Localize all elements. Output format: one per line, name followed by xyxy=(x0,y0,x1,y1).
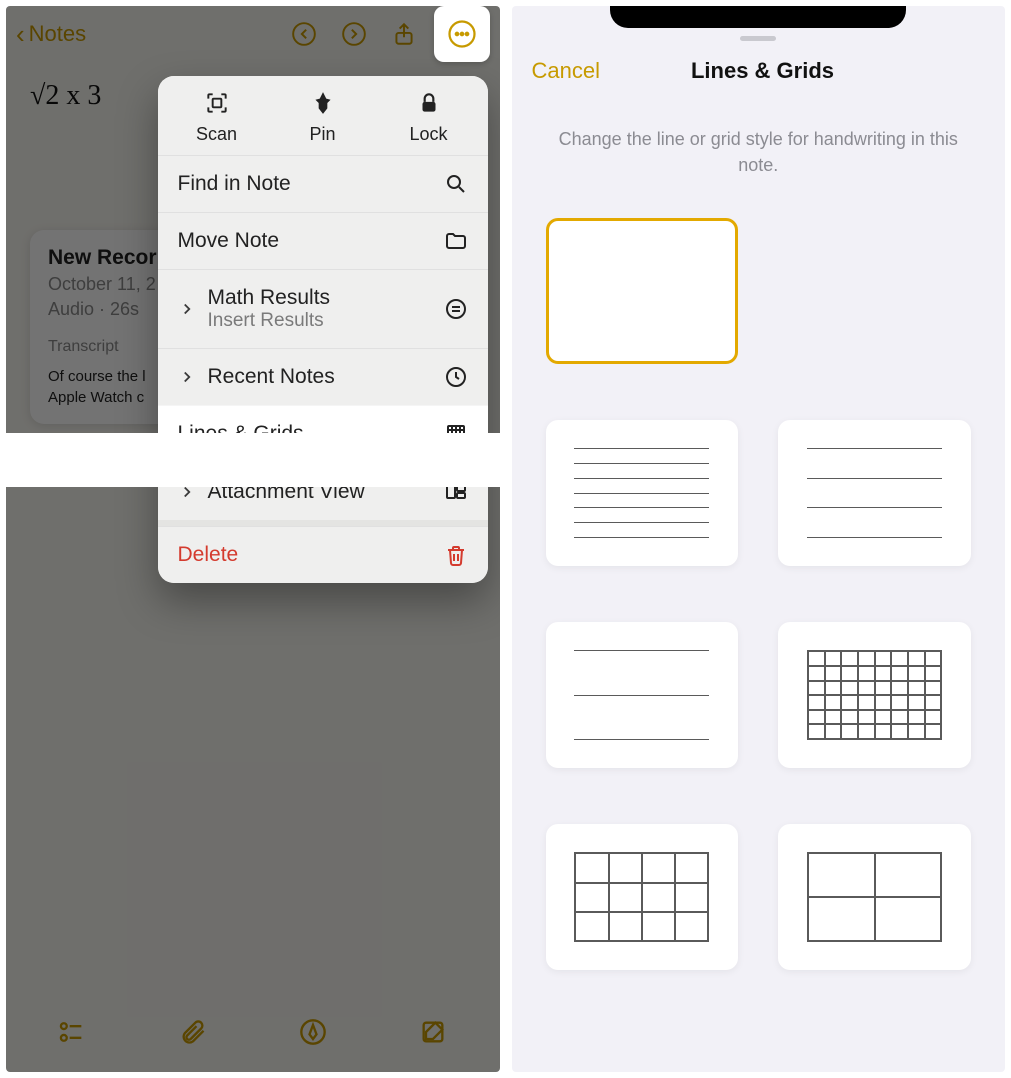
lines-grids-sheet: Cancel Lines & Grids Change the line or … xyxy=(512,6,1006,1072)
menu-find-in-note[interactable]: Find in Note xyxy=(158,155,488,212)
option-lines-medium[interactable] xyxy=(778,420,971,566)
grid-options xyxy=(512,188,1006,1000)
menu-move-note[interactable]: Move Note xyxy=(158,212,488,269)
folder-icon xyxy=(444,229,468,253)
attachment-button[interactable] xyxy=(173,1012,213,1052)
lock-label: Lock xyxy=(409,124,447,145)
context-menu-top: Scan Pin Lock xyxy=(158,76,488,155)
pin-icon xyxy=(310,90,336,116)
sheet-handle[interactable] xyxy=(512,28,1006,48)
bottom-toolbar xyxy=(6,1002,500,1072)
pen-tip-icon xyxy=(299,1018,327,1046)
undo-icon xyxy=(291,21,317,47)
pin-button[interactable]: Pin xyxy=(270,90,376,145)
back-label: Notes xyxy=(29,21,86,47)
menu-math-results[interactable]: Math Results Insert Results xyxy=(158,269,488,348)
compose-button[interactable] xyxy=(413,1012,453,1052)
redo-icon xyxy=(341,21,367,47)
scan-button[interactable]: Scan xyxy=(164,90,270,145)
option-lines-narrow[interactable] xyxy=(546,420,739,566)
more-button[interactable] xyxy=(434,6,490,62)
checklist-icon xyxy=(58,1018,86,1046)
ellipsis-circle-icon xyxy=(447,19,477,49)
undo-button[interactable] xyxy=(284,14,324,54)
device-notch xyxy=(610,6,906,28)
option-grid-large[interactable] xyxy=(778,824,971,970)
option-grid-small[interactable] xyxy=(778,622,971,768)
menu-delete[interactable]: Delete xyxy=(158,526,488,583)
markup-button[interactable] xyxy=(293,1012,333,1052)
share-button[interactable] xyxy=(384,14,424,54)
chevron-right-icon xyxy=(178,368,196,386)
scan-icon xyxy=(204,90,230,116)
chevron-right-icon xyxy=(178,300,196,318)
grid-large-preview xyxy=(807,852,942,942)
sheet-header: Cancel Lines & Grids xyxy=(512,48,1006,96)
context-menu: Scan Pin Lock Find in Note Move Note xyxy=(158,76,488,583)
blank-preview xyxy=(577,249,707,334)
compose-icon xyxy=(419,1018,447,1046)
grid-medium-preview xyxy=(574,852,709,942)
option-grid-medium[interactable] xyxy=(546,824,739,970)
lock-icon xyxy=(416,90,442,116)
menu-recent-notes[interactable]: Recent Notes xyxy=(158,348,488,405)
clock-icon xyxy=(444,365,468,389)
lock-button[interactable]: Lock xyxy=(376,90,482,145)
option-blank[interactable] xyxy=(546,218,739,364)
search-icon xyxy=(444,172,468,196)
grid-small-preview xyxy=(807,650,942,740)
redo-button[interactable] xyxy=(334,14,374,54)
handwriting-text: √2 x 3 xyxy=(30,80,101,111)
pin-label: Pin xyxy=(309,124,335,145)
nav-bar: ‹ Notes xyxy=(6,6,500,62)
lines-narrow-preview xyxy=(574,448,709,538)
equals-circle-icon xyxy=(444,297,468,321)
paperclip-icon xyxy=(179,1018,207,1046)
back-button[interactable]: ‹ Notes xyxy=(16,19,86,50)
highlight-ext xyxy=(6,433,500,487)
option-lines-wide[interactable] xyxy=(546,622,739,768)
share-icon xyxy=(391,21,417,47)
chevron-left-icon: ‹ xyxy=(16,19,25,50)
sheet-title: Lines & Grids xyxy=(540,58,985,84)
scan-label: Scan xyxy=(196,124,237,145)
sheet-description: Change the line or grid style for handwr… xyxy=(512,96,1006,188)
lines-wide-preview xyxy=(574,650,709,740)
trash-icon xyxy=(444,543,468,567)
notes-app-screen: ‹ Notes √2 x 3 New Recor October 11, 2 xyxy=(6,6,500,1072)
lines-medium-preview xyxy=(807,448,942,538)
checklist-button[interactable] xyxy=(52,1012,92,1052)
